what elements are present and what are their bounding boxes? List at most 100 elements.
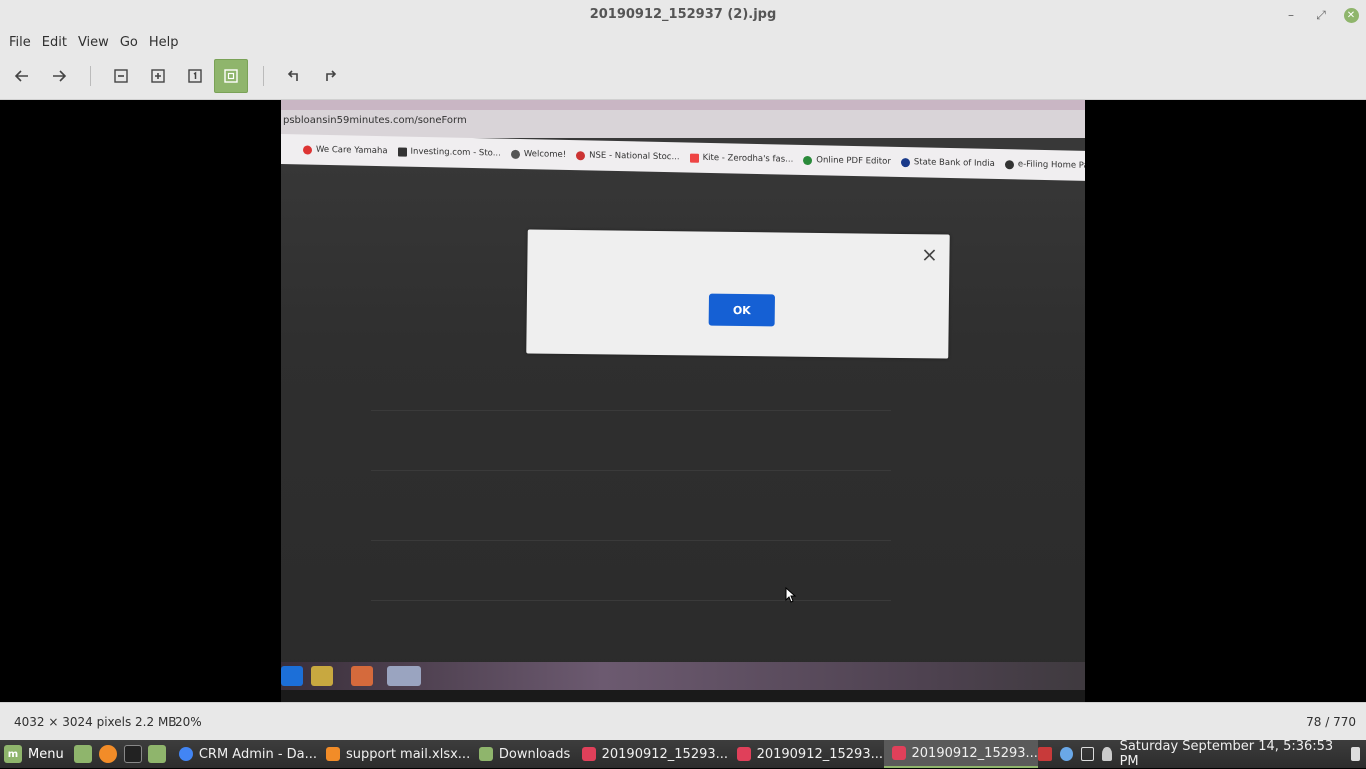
photo-bookmark: State Bank of India — [900, 157, 995, 169]
rotate-cw-icon — [326, 70, 337, 81]
image-viewer-icon — [891, 746, 906, 760]
task-downloads[interactable]: Downloads — [471, 740, 574, 768]
photo-bezel — [281, 690, 1085, 702]
zoom-in-icon — [151, 69, 165, 83]
ie-icon — [281, 666, 303, 686]
clock[interactable]: Saturday September 14, 5:36:53 PM — [1120, 739, 1343, 769]
toolbar — [0, 54, 1366, 100]
sbi-icon — [900, 157, 910, 167]
chrome-icon — [387, 666, 421, 686]
firefox-icon — [326, 747, 340, 761]
shield-icon[interactable] — [1038, 747, 1052, 761]
fit-icon — [224, 69, 238, 83]
launcher-show-desktop[interactable] — [72, 740, 95, 768]
photo-dialog-close-icon: × — [920, 242, 939, 267]
nse-icon — [576, 150, 586, 160]
photo-form-line — [371, 540, 891, 541]
task-label: Downloads — [498, 746, 571, 762]
pdf-editor-icon — [803, 155, 813, 165]
menu-view[interactable]: View — [77, 35, 116, 50]
firefox-icon — [98, 745, 117, 763]
show-desktop-icon — [74, 745, 93, 763]
photo-dialog: × OK — [526, 229, 950, 359]
normal-size-button[interactable] — [178, 59, 212, 93]
task-label: support mail.xlsx... — [346, 746, 471, 762]
task-image-2[interactable]: 20190912_15293... — [729, 740, 884, 768]
mint-logo-icon: m — [4, 745, 22, 763]
start-menu-button[interactable]: m Menu — [0, 740, 72, 768]
volume-icon[interactable] — [1350, 747, 1361, 761]
best-fit-button[interactable] — [214, 59, 248, 93]
close-icon: ✕ — [1343, 7, 1359, 23]
photo-bookmark: We Care Yamaha — [303, 144, 388, 156]
image-viewer-icon — [581, 747, 596, 761]
photo-bookmark: Kite - Zerodha's fas... — [689, 153, 793, 165]
kite-icon — [689, 153, 699, 163]
task-label: 20190912_15293... — [756, 746, 883, 762]
launcher-firefox[interactable] — [96, 740, 119, 768]
toolbar-separator — [263, 66, 264, 86]
image-info: 4032 × 3024 pixels 2.2 MB — [14, 715, 177, 729]
photo-bookmark: e-Filing Home Page... — [1004, 159, 1085, 171]
task-spreadsheet[interactable]: support mail.xlsx... — [318, 740, 471, 768]
folder-icon — [148, 745, 167, 763]
photo-bookmark: Welcome! — [510, 149, 566, 160]
photo-form-line — [371, 410, 891, 411]
desktop-panel: m Menu CRM Admin - Da... support mail.xl… — [0, 739, 1366, 769]
task-label: 20190912_15293... — [911, 745, 1038, 761]
status-bar: 4032 × 3024 pixels 2.2 MB 20% 78 / 770 — [0, 702, 1366, 740]
menu-go[interactable]: Go — [119, 35, 145, 50]
arrow-right-icon — [53, 70, 67, 82]
mouse-cursor-icon — [785, 587, 797, 603]
image-viewport[interactable]: psbloansin59minutes.com/soneForm We Care… — [0, 100, 1366, 702]
chrome-icon — [178, 747, 193, 761]
image-viewer-icon — [736, 747, 751, 761]
task-image-3[interactable]: 20190912_15293... — [883, 740, 1039, 768]
task-image-1[interactable]: 20190912_15293... — [574, 740, 729, 768]
menu-help[interactable]: Help — [148, 35, 186, 50]
photo-bookmark: NSE - National Stoc... — [576, 150, 680, 162]
task-label: CRM Admin - Da... — [198, 746, 318, 762]
minimize-button[interactable]: – — [1280, 4, 1302, 26]
rotate-ccw-icon — [287, 70, 298, 81]
menu-edit[interactable]: Edit — [41, 35, 74, 50]
rotate-right-button[interactable] — [314, 59, 348, 93]
start-menu-label: Menu — [28, 746, 64, 762]
back-button[interactable] — [5, 59, 39, 93]
forward-button[interactable] — [42, 59, 76, 93]
efiling-icon — [1004, 159, 1014, 169]
folder-icon — [478, 747, 493, 761]
arrow-left-icon — [14, 70, 28, 82]
menu-file[interactable]: File — [8, 35, 38, 50]
photo-bookmark: Investing.com - Sto... — [397, 146, 501, 159]
maximize-button[interactable]: ⤢ — [1310, 4, 1332, 26]
terminal-icon — [123, 745, 142, 763]
zoom-in-button[interactable] — [141, 59, 175, 93]
zoom-out-icon — [114, 69, 128, 83]
title-bar: 20190912_152937 (2).jpg – ⤢ ✕ — [0, 0, 1366, 30]
photo-browser-tabs — [281, 100, 1085, 110]
rotate-left-button[interactable] — [276, 59, 310, 93]
maximize-icon: ⤢ — [1316, 7, 1326, 22]
task-label: 20190912_15293... — [601, 746, 729, 762]
zoom-out-button[interactable] — [104, 59, 138, 93]
photo-windows-taskbar — [281, 662, 1085, 690]
close-button[interactable]: ✕ — [1340, 4, 1362, 26]
folder-icon — [311, 666, 333, 686]
globe-icon — [510, 149, 520, 159]
launcher-files[interactable] — [146, 740, 169, 768]
minimize-icon: – — [1288, 8, 1294, 22]
photo-bookmark: Online PDF Editor — [803, 155, 891, 167]
chat-icon[interactable] — [1059, 747, 1073, 761]
menu-bar: File Edit View Go Help — [0, 30, 1366, 54]
notifications-icon[interactable] — [1080, 747, 1095, 761]
system-tray: Saturday September 14, 5:36:53 PM — [1038, 739, 1366, 769]
photo-bookmarks-bar: We Care Yamaha Investing.com - Sto... We… — [281, 134, 1085, 181]
launcher-terminal[interactable] — [121, 740, 144, 768]
photo-form-line — [371, 600, 891, 601]
photo-url-text: psbloansin59minutes.com/soneForm — [283, 115, 467, 126]
one-to-one-icon — [188, 69, 202, 83]
toolbar-separator — [90, 66, 91, 86]
user-icon[interactable] — [1102, 747, 1112, 761]
task-chrome[interactable]: CRM Admin - Da... — [171, 740, 318, 768]
